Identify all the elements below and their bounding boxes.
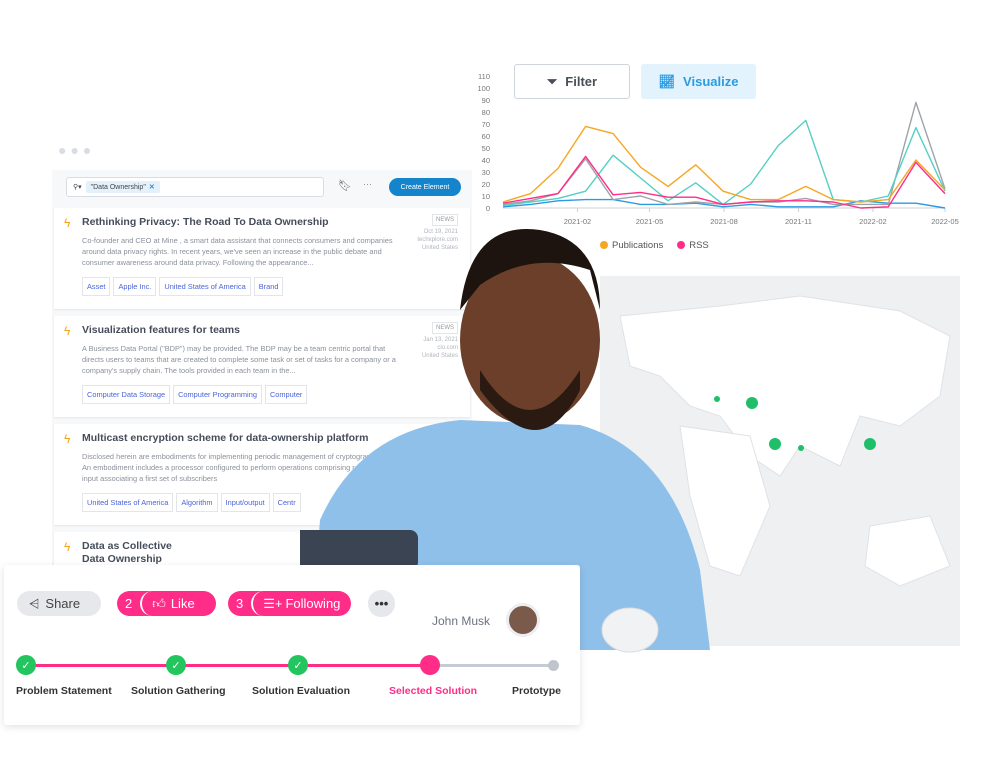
tag[interactable]: Centr: [272, 493, 301, 512]
y-tick-label: 80: [482, 108, 490, 117]
y-tick-label: 100: [477, 84, 490, 93]
step-done-icon[interactable]: ✓: [166, 655, 186, 675]
bolt-icon: ϟ: [64, 432, 71, 446]
tag[interactable]: United States of America: [82, 493, 174, 512]
search-icon: ⚲▾: [73, 184, 82, 191]
share-button[interactable]: ⩤ Share: [17, 591, 101, 616]
filter-icon: ⏷: [546, 73, 558, 89]
y-tick-label: 110: [478, 72, 490, 81]
step-current-icon[interactable]: [420, 655, 440, 675]
step-done-icon[interactable]: ✓: [16, 655, 36, 675]
step-label: Selected Solution: [389, 685, 478, 697]
step-label: Solution Evaluation: [252, 685, 351, 697]
filter-button[interactable]: ⏷ Filter: [514, 64, 630, 99]
x-tick-label: 2022-05: [931, 217, 959, 226]
y-tick-label: 50: [482, 144, 490, 153]
window-dots: ●●●: [58, 142, 96, 158]
search-input[interactable]: ⚲▾ "Data Ownership" ✕: [66, 177, 324, 197]
step-todo-icon[interactable]: [548, 660, 559, 671]
follow-count: 3: [236, 596, 244, 611]
progress-line-remaining: [431, 664, 554, 667]
like-count: 2: [125, 596, 133, 611]
chart-icon: 📈︎: [658, 73, 676, 89]
y-tick-label: 20: [482, 180, 490, 189]
more-icon[interactable]: ···: [363, 179, 372, 189]
close-icon[interactable]: ✕: [149, 184, 155, 191]
y-tick-label: 70: [482, 120, 490, 129]
step-done-icon[interactable]: ✓: [288, 655, 308, 675]
more-button[interactable]: •••: [368, 590, 395, 617]
avatar[interactable]: [506, 603, 540, 637]
user-name: John Musk: [432, 614, 491, 628]
tag[interactable]: United States of America: [159, 277, 251, 296]
title-line: Data Ownership: [82, 553, 162, 565]
step-label: Problem Statement: [16, 685, 112, 697]
y-tick-label: 40: [482, 156, 490, 165]
y-tick-label: 90: [482, 96, 490, 105]
solution-card: ⩤ Share 2 👍︎ Like 3 ☰+ Following ••• John Mus…: [4, 565, 580, 725]
bolt-icon: ϟ: [64, 324, 71, 338]
thumbs-up-icon: 👍︎: [152, 595, 166, 611]
progress-line: [26, 664, 431, 667]
tag[interactable]: Brand: [253, 277, 284, 296]
visualize-button[interactable]: 📈︎ Visualize: [641, 64, 756, 99]
share-icon: ⩤: [29, 595, 40, 611]
step-label: Prototype: [512, 685, 562, 697]
tag[interactable]: Asset: [82, 277, 111, 296]
tag[interactable]: Computer Data Storage: [82, 385, 171, 404]
x-tick-label: 2022-02: [859, 217, 887, 226]
x-tick-label: 2021-11: [785, 217, 812, 226]
follow-icon: ☰+: [263, 595, 283, 611]
y-tick-label: 30: [482, 168, 490, 177]
title-line: Data as Collective: [82, 540, 172, 552]
y-tick-label: 60: [482, 132, 490, 141]
search-chip[interactable]: "Data Ownership" ✕: [85, 181, 160, 193]
bolt-icon: ϟ: [64, 216, 71, 230]
step-label: Solution Gathering: [131, 685, 226, 697]
tag[interactable]: Input/output: [220, 493, 270, 512]
tag[interactable]: Computer Programming: [173, 385, 262, 404]
tag[interactable]: Apple Inc.: [113, 277, 157, 296]
like-button[interactable]: 2 👍︎ Like: [117, 591, 216, 616]
tag[interactable]: Algorithm: [176, 493, 218, 512]
following-button[interactable]: 3 ☰+ Following: [228, 591, 351, 616]
bolt-icon: ϟ: [64, 540, 71, 554]
